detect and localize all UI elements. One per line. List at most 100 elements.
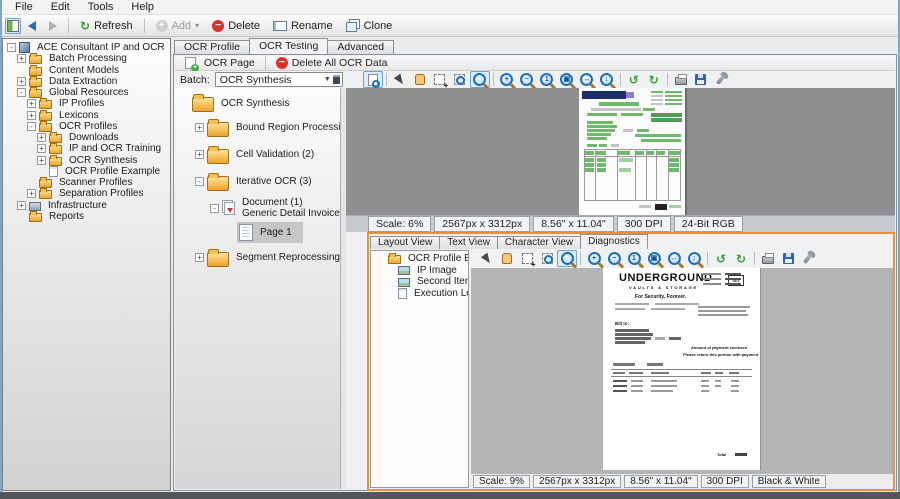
rotate-right-button[interactable]: ↻ [731,250,751,267]
zoom-actual-button[interactable]: 1 [537,71,557,88]
status-cell-300-dpi: 300 DPI [701,475,749,488]
menu-file[interactable]: File [6,0,42,14]
tree-item-page-1[interactable]: Page 1 [177,221,340,244]
pointer-button[interactable] [390,71,410,88]
invoice-amount-label: Amount of payment enclosed [691,345,747,350]
delete-button[interactable]: − Delete [206,17,266,35]
zoom-actual-button[interactable]: 1 [624,250,644,267]
toggle-navigation-pane-button[interactable] [5,18,21,34]
expand-icon[interactable]: + [195,150,204,159]
forward-button[interactable] [43,18,63,34]
zoom-dynamic-button[interactable] [470,71,490,88]
img-icon [398,266,410,275]
hand-button[interactable] [410,71,430,88]
refresh-button[interactable]: ↻ Refresh [74,17,139,35]
rename-icon [273,21,287,31]
expand-icon[interactable]: + [27,99,36,108]
batch-combobox[interactable]: OCR Synthesis ▼ [215,72,343,87]
tab-advanced[interactable]: Advanced [327,40,394,54]
tree-item-document-1[interactable]: -Document (1)Generic Detail Invoice (2).… [177,195,340,221]
zoom-fit-width-button[interactable]: ↔ [664,250,684,267]
bigfolder-icon [192,97,214,112]
rotate-left-button[interactable]: ↺ [624,71,644,88]
tree-item-bound-region-processing-1[interactable]: +Bound Region Processing (1) [177,114,340,141]
back-button[interactable] [22,18,42,34]
preview-toggle-icon [368,74,378,86]
bottom-viewer-canvas[interactable]: UNDERGROUND VAULTS & STORAGE ISO For Sec… [471,268,893,474]
save-button[interactable] [691,71,711,88]
ocr-page-button[interactable]: OCR Page [179,54,261,72]
refresh-icon: ↻ [80,20,90,32]
toolbar-separator [707,252,708,265]
collapse-icon[interactable]: - [195,177,204,186]
collapse-icon[interactable]: - [17,88,26,97]
select-region-button[interactable] [517,250,537,267]
menu-edit[interactable]: Edit [42,0,79,14]
rename-button[interactable]: Rename [267,17,339,35]
settings-button[interactable] [798,250,818,267]
tab-layout-view[interactable]: Layout View [370,236,440,249]
tree-item-iterative-ocr-3[interactable]: -Iterative OCR (3) [177,168,340,195]
bottom-image-viewer: +−1▣↔↕ ↺↻ UNDERGROUND VAULTS & STORAGE IS… [471,249,893,489]
tree-item-segment-reprocessing-4[interactable]: +Segment Reprocessing (4) [177,244,340,271]
rotate-right-button[interactable]: ↻ [644,71,664,88]
batch-label: Batch: [175,74,215,86]
tab-diagnostics[interactable]: Diagnostics [580,234,648,249]
app-window: { "colors": { "accent_orange": "#E8913D"… [0,0,900,499]
menu-help[interactable]: Help [122,0,163,14]
delete-all-ocr-data-button[interactable]: − Delete All OCR Data [270,54,394,72]
clone-icon [346,22,357,32]
folder-icon [49,157,62,166]
expand-icon[interactable]: + [37,156,46,165]
expand-icon[interactable]: + [17,77,26,86]
tab-character-view[interactable]: Character View [497,236,581,249]
tree-item-execution-log[interactable]: Execution Log [373,288,468,300]
tab-ocr-profile[interactable]: OCR Profile [174,40,250,54]
add-button[interactable]: + Add ▾ [150,17,206,35]
select-region-button[interactable] [430,71,450,88]
expand-icon[interactable]: + [27,111,36,120]
expand-icon[interactable]: + [37,144,46,153]
zoom-fit-button[interactable]: ▣ [644,250,664,267]
rotate-left-button[interactable]: ↺ [711,250,731,267]
save-button[interactable] [778,250,798,267]
zoom-out-button[interactable]: − [517,71,537,88]
hand-icon [415,74,425,85]
print-button[interactable] [758,250,778,267]
collapse-icon[interactable]: - [27,122,36,131]
collapse-icon[interactable]: - [210,204,219,213]
expand-icon[interactable]: + [195,253,204,262]
marquee-zoom-button[interactable] [537,250,557,267]
hand-button[interactable] [497,250,517,267]
expand-icon[interactable]: + [37,133,46,142]
tree-item-cell-validation-2[interactable]: +Cell Validation (2) [177,141,340,168]
settings-button[interactable] [711,71,731,88]
expand-icon[interactable]: + [17,201,26,210]
expand-icon[interactable]: + [17,54,26,63]
print-button[interactable] [671,71,691,88]
zoom-fit-button[interactable]: ▣ [557,71,577,88]
zoom-in-button[interactable]: + [584,250,604,267]
tab-ocr-testing[interactable]: OCR Testing [249,38,328,54]
pointer-button[interactable] [477,250,497,267]
zoom-fit-height-button[interactable]: ↕ [597,71,617,88]
zoom-in-button[interactable]: + [497,71,517,88]
menu-tools[interactable]: Tools [79,0,123,14]
zoom-dynamic-button[interactable] [557,250,577,267]
pointer-icon [394,73,406,86]
refresh-label: Refresh [94,20,133,32]
collapse-icon[interactable]: - [7,43,16,52]
clone-button[interactable]: Clone [340,16,399,35]
tree-item-ocr-synthesis[interactable]: OCR Synthesis [177,92,340,114]
tree-item-reports[interactable]: Reports [4,211,170,222]
top-viewer-canvas[interactable] [346,88,895,215]
tab-text-view[interactable]: Text View [439,236,498,249]
preview-toggle-button[interactable] [363,71,383,88]
ocr-page-label: OCR Page [204,57,255,69]
zoom-fit-width-button[interactable]: ↔ [577,71,597,88]
zoom-fit-height-button[interactable]: ↕ [684,250,704,267]
expand-icon[interactable]: + [195,123,204,132]
zoom-out-button[interactable]: − [604,250,624,267]
marquee-zoom-button[interactable] [450,71,470,88]
expand-icon[interactable]: + [27,189,36,198]
